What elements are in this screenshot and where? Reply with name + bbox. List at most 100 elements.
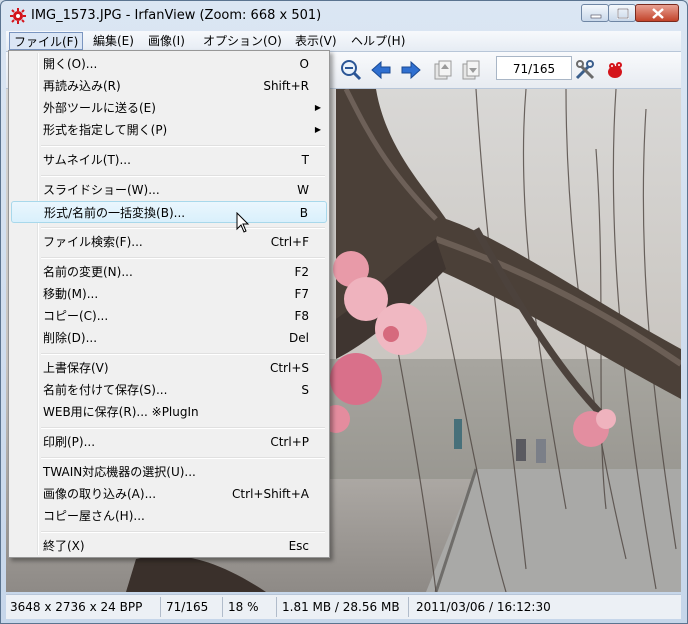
mouse-cursor-icon [236, 212, 250, 233]
menu-item-shortcut: O [299, 57, 309, 71]
close-icon [652, 8, 664, 19]
menu-separator [41, 227, 325, 229]
menu-item-label: 形式を指定して開く(P) [43, 123, 168, 137]
menu-item-label: 上書保存(V) [43, 361, 109, 375]
menu-item-shortcut: Ctrl+S [269, 361, 309, 375]
menu-item-shortcut: Ctrl+Shift+A [232, 487, 309, 501]
title-bar[interactable]: IMG_1573.JPG - IrfanView (Zoom: 668 x 50… [1, 1, 687, 31]
menu-separator [41, 257, 325, 259]
menu-item-label: 名前の変更(N)... [43, 265, 133, 279]
menu-item-label: コピー屋さん(H)... [43, 509, 145, 523]
menu-item-label: スライドショー(W)... [43, 183, 160, 197]
menu-item-label: ファイル検索(F)... [43, 235, 143, 249]
menu-separator [41, 175, 325, 177]
menu-separator [41, 353, 325, 355]
status-size: 1.81 MB / 28.56 MB [282, 600, 400, 614]
menu-item-shortcut: F7 [294, 287, 309, 301]
menu-item-shortcut: Del [289, 331, 309, 345]
menu-item-save[interactable]: 上書保存(V) Ctrl+S [11, 357, 327, 379]
menu-item-save-for-web[interactable]: WEB用に保存(R)... ※PlugIn [11, 401, 327, 423]
menu-item-open-as[interactable]: 形式を指定して開く(P) ▶ [11, 119, 327, 141]
irfanview-logo-icon[interactable] [604, 59, 626, 81]
submenu-arrow-icon: ▶ [314, 125, 321, 134]
menu-item-label: TWAIN対応機器の選択(U)... [43, 465, 196, 479]
menu-item-shortcut: F2 [294, 265, 309, 279]
status-bar: 3648 x 2736 x 24 BPP 71/165 18 % 1.81 MB… [6, 594, 681, 619]
menu-item-shortcut: S [301, 383, 309, 397]
file-menu-dropdown: 開く(O)... O 再読み込み(R) Shift+R 外部ツールに送る(E) … [8, 50, 330, 558]
status-separator [408, 597, 409, 617]
menu-item-rename[interactable]: 名前の変更(N)... F2 [11, 261, 327, 283]
menu-item-label: 画像の取り込み(A)... [43, 487, 157, 501]
zoom-out-icon[interactable] [340, 59, 362, 81]
menu-item-search-files[interactable]: ファイル検索(F)... Ctrl+F [11, 231, 327, 253]
menu-item-acquire[interactable]: 画像の取り込み(A)... Ctrl+Shift+A [11, 483, 327, 505]
status-datetime: 2011/03/06 / 16:12:30 [416, 600, 551, 614]
menu-item-slideshow[interactable]: スライドショー(W)... W [11, 179, 327, 201]
menu-item-label: コピー(C)... [43, 309, 109, 323]
menu-file[interactable]: ファイル(F) [9, 32, 84, 50]
tools-icon[interactable] [574, 59, 596, 81]
status-dimensions: 3648 x 2736 x 24 BPP [10, 600, 143, 614]
menu-item-copy-shop[interactable]: コピー屋さん(H)... [11, 505, 327, 527]
menu-item-select-twain[interactable]: TWAIN対応機器の選択(U)... [11, 461, 327, 483]
menu-separator [41, 427, 325, 429]
menu-item-shortcut: Ctrl+F [270, 235, 309, 249]
status-separator [276, 597, 277, 617]
menu-separator [41, 531, 325, 533]
menu-item-label: 削除(D)... [43, 331, 98, 345]
menu-item-reload[interactable]: 再読み込み(R) Shift+R [11, 75, 327, 97]
menu-item-label: 形式/名前の一括変換(B)... [44, 206, 186, 220]
menu-image[interactable]: 画像(I) [144, 32, 189, 50]
irfanview-app-icon[interactable] [9, 7, 27, 25]
status-index: 71/165 [166, 600, 209, 614]
menu-item-thumbnails[interactable]: サムネイル(T)... T [11, 149, 327, 171]
menu-item-shortcut: B [299, 206, 308, 220]
menu-item-label: 終了(X) [43, 539, 85, 553]
back-arrow-icon[interactable] [370, 59, 392, 81]
menu-options[interactable]: オプション(O) [199, 32, 286, 50]
menu-item-label: サムネイル(T)... [43, 153, 131, 167]
menu-item-delete[interactable]: 削除(D)... Del [11, 327, 327, 349]
forward-arrow-icon[interactable] [400, 59, 422, 81]
menu-item-label: 名前を付けて保存(S)... [43, 383, 168, 397]
menu-item-save-as[interactable]: 名前を付けて保存(S)... S [11, 379, 327, 401]
menu-item-shortcut: T [301, 153, 309, 167]
menu-separator [41, 145, 325, 147]
menu-view[interactable]: 表示(V) [291, 32, 341, 50]
menu-item-shortcut: F8 [294, 309, 309, 323]
menu-item-label: WEB用に保存(R)... ※PlugIn [43, 405, 199, 419]
maximize-button[interactable] [608, 4, 636, 22]
menu-separator [41, 457, 325, 459]
page-counter: 71/165 [496, 56, 572, 80]
menu-item-open[interactable]: 開く(O)... O [11, 53, 327, 75]
menu-item-shortcut: Ctrl+P [270, 435, 309, 449]
menu-item-send-to-external[interactable]: 外部ツールに送る(E) ▶ [11, 97, 327, 119]
minimize-icon [590, 14, 602, 19]
copy-up-icon[interactable] [432, 59, 454, 81]
menu-item-label: 開く(O)... [43, 57, 98, 71]
menu-item-print[interactable]: 印刷(P)... Ctrl+P [11, 431, 327, 453]
menu-item-shortcut: Esc [288, 539, 309, 553]
menu-item-shortcut: Shift+R [263, 79, 309, 93]
window-title: IMG_1573.JPG - IrfanView (Zoom: 668 x 50… [31, 8, 322, 23]
status-separator [160, 597, 161, 617]
menu-item-label: 移動(M)... [43, 287, 99, 301]
minimize-button[interactable] [581, 4, 609, 22]
copy-down-icon[interactable] [460, 59, 482, 81]
submenu-arrow-icon: ▶ [314, 103, 321, 112]
menu-item-shortcut: W [297, 183, 309, 197]
maximize-icon [617, 8, 629, 19]
menu-item-batch-convert[interactable]: 形式/名前の一括変換(B)... B [11, 201, 327, 223]
menu-bar: ファイル(F) 編集(E) 画像(I) オプション(O) 表示(V) ヘルプ(H… [6, 31, 681, 52]
menu-edit[interactable]: 編集(E) [89, 32, 138, 50]
status-separator [222, 597, 223, 617]
menu-item-label: 外部ツールに送る(E) [43, 101, 156, 115]
close-button[interactable] [635, 4, 679, 22]
menu-item-move[interactable]: 移動(M)... F7 [11, 283, 327, 305]
menu-item-exit[interactable]: 終了(X) Esc [11, 535, 327, 557]
menu-item-label: 再読み込み(R) [43, 79, 121, 93]
status-zoom: 18 % [228, 600, 259, 614]
menu-help[interactable]: ヘルプ(H) [347, 32, 409, 50]
menu-item-copy[interactable]: コピー(C)... F8 [11, 305, 327, 327]
